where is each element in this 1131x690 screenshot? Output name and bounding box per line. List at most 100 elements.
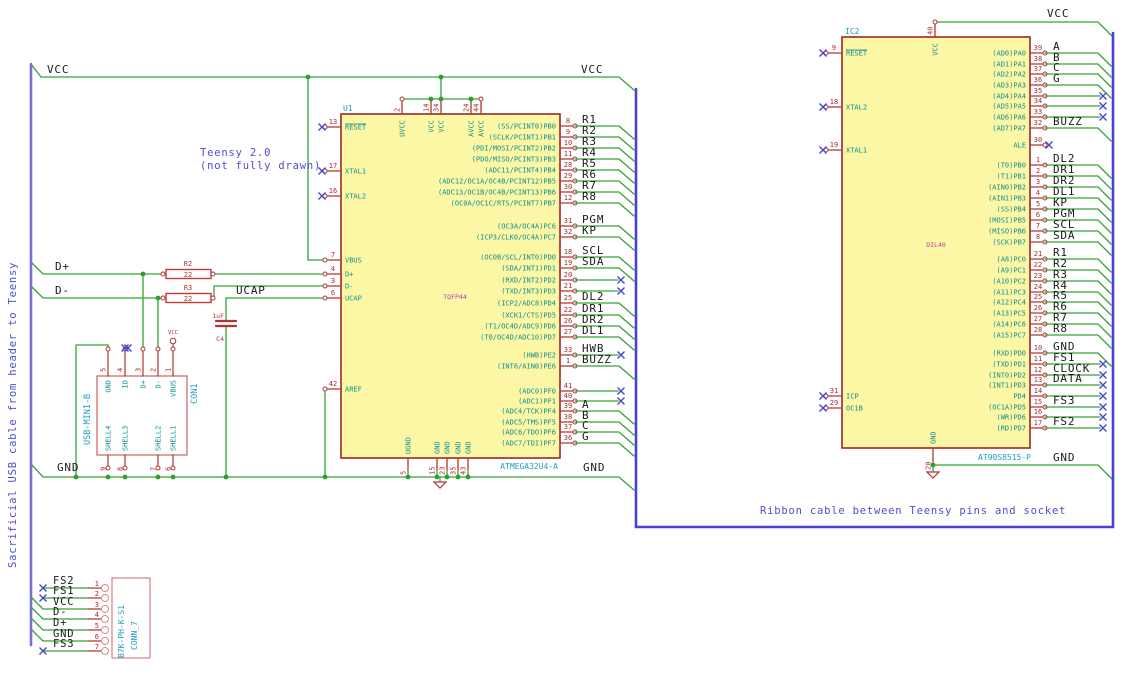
pin-name: ICP <box>846 393 859 401</box>
pin-end-circle <box>160 295 166 301</box>
pin-number: 37 <box>1034 65 1042 73</box>
pin-number: 30 <box>1034 136 1042 144</box>
pin-end-circle <box>170 346 176 352</box>
pin-name: (OC0B/SCL/INT0)PD0 <box>480 254 556 262</box>
pin-number: 36 <box>564 434 572 442</box>
pin-number: 13 <box>329 118 337 126</box>
pin-name: D- <box>345 283 353 291</box>
pin-number: 14 <box>423 104 431 112</box>
pin-number: 9 <box>100 467 108 471</box>
net-label-gnd-mid: GND <box>583 461 605 474</box>
junction-dot <box>223 474 229 480</box>
pin-name: (ADC11/PCINT4)PB4 <box>484 167 556 175</box>
note-teensy-1: Teensy 2.0 <box>200 147 271 159</box>
junction-dot <box>930 462 936 468</box>
pin-number: 24 <box>1034 283 1042 291</box>
pin-name: (A15)PC7 <box>992 332 1026 340</box>
pin-number: 7 <box>1036 222 1040 230</box>
pin-name: (INT0)PD2 <box>988 372 1026 380</box>
pin-number: 8 <box>117 467 125 471</box>
pin-name: (A14)PC6 <box>992 321 1026 329</box>
pin-number: 35 <box>1034 87 1042 95</box>
net-label: FS2 <box>1053 415 1075 428</box>
vcc-power-icon <box>169 337 177 345</box>
net-label: BUZZ <box>1053 115 1083 128</box>
pin-name: (PDO/MISO/PCINT3)PB3 <box>472 156 556 164</box>
pin-number: 23 <box>1034 272 1042 280</box>
pin-number: 31 <box>564 217 572 225</box>
pin-end-circle <box>101 626 109 634</box>
wire <box>574 365 635 380</box>
pin-number: 39 <box>564 402 572 410</box>
pin-number: 41 <box>564 382 572 390</box>
wire <box>30 63 635 91</box>
pin-end-circle <box>101 615 109 623</box>
schematic-canvas: U1 ATMEGA32U4-A TQFP44 8 (SS/PCINT0)PB0 R1 9 (S… <box>0 0 1131 690</box>
pin-name: (T0/OC4D/ADC10)PD7 <box>480 334 556 342</box>
pin-number: 2 <box>394 108 402 112</box>
pin-number: 14 <box>1034 387 1042 395</box>
pin-number: 25 <box>1034 293 1042 301</box>
pin-number: 20 <box>564 271 572 279</box>
pin-name: SHELL4 <box>105 426 113 451</box>
pin-name: (ICP3/CLK0/OC4A)PC7 <box>476 234 556 242</box>
pin-end-circle <box>322 295 328 301</box>
pin-number: 23 <box>439 467 447 475</box>
pin-number: 5 <box>1036 200 1040 208</box>
pin-end-circle <box>140 346 146 352</box>
pin-number: 34 <box>1034 97 1042 105</box>
pin-number: 39 <box>1034 44 1042 52</box>
pin-number: 3 <box>1036 178 1040 186</box>
pin-name: (A8)PC0 <box>996 256 1026 264</box>
pin-name: (TXD)PD1 <box>992 361 1026 369</box>
pin-number: 6 <box>95 633 99 641</box>
pin-name: (SCK)PB7 <box>992 239 1026 247</box>
pin-number: 16 <box>329 187 337 195</box>
pin-name: GND <box>930 431 938 444</box>
pin-name: D+ <box>140 380 148 388</box>
pin-number: 1 <box>95 580 99 588</box>
pin-number: 16 <box>1034 408 1042 416</box>
pin-number: 32 <box>564 228 572 236</box>
junction-dot <box>465 474 471 480</box>
pin-name: (T1/OC4D/ADC9)PD6 <box>484 323 556 331</box>
pin-name: SHELL1 <box>170 426 178 451</box>
pin-name: (AIN0)PB2 <box>988 184 1026 192</box>
conn7-ref: CONN_7 <box>130 621 139 650</box>
pin-number: 18 <box>830 98 838 106</box>
pin-name: XTAL1 <box>345 168 366 176</box>
pin-number: 29 <box>830 399 838 407</box>
junction-dot <box>170 474 176 480</box>
pin-number: 17 <box>1034 419 1042 427</box>
pin-name: (A12)PC4 <box>992 299 1026 307</box>
pin-name: (AD2)PA2 <box>992 71 1026 79</box>
pin-number: 21 <box>564 282 572 290</box>
pin-end-circle <box>105 346 111 352</box>
pin-number: 13 <box>1034 376 1042 384</box>
resistor-value-r3: 22 <box>184 295 192 303</box>
pin-number: 19 <box>564 259 572 267</box>
pin-number: 32 <box>1034 119 1042 127</box>
usb-value: CON1 <box>190 384 200 404</box>
pin-name: (XCK1/CTS)PD5 <box>501 312 556 320</box>
pin-number: 36 <box>1034 76 1042 84</box>
pin-number: 24 <box>463 104 471 112</box>
pin-name: RESET <box>846 50 868 58</box>
net-label: R8 <box>582 190 597 203</box>
pin-number: 29 <box>564 172 572 180</box>
junction-dot <box>438 96 444 102</box>
pin-name: (SDA/INT1)PD1 <box>501 265 556 273</box>
pin-name: (OC3A/OC4A)PC6 <box>497 223 556 231</box>
pin-end-circle <box>1042 142 1048 148</box>
junction-dot <box>155 474 161 480</box>
pin-number: 27 <box>564 328 572 336</box>
pin-number: 4 <box>117 368 125 372</box>
pin-number: 28 <box>564 161 572 169</box>
pin-end-circle <box>322 257 328 263</box>
pin-name: (ADC12/OC1A/OC4B/PCINT12)PB5 <box>438 178 556 186</box>
pin-number: 8 <box>1036 233 1040 241</box>
resistor-ref-r3: R3 <box>184 284 192 292</box>
pin-name: (OC1A)PD5 <box>988 404 1026 412</box>
ic-package: TQFP44 <box>443 293 467 301</box>
pin-name: (WR)PD6 <box>996 414 1026 422</box>
